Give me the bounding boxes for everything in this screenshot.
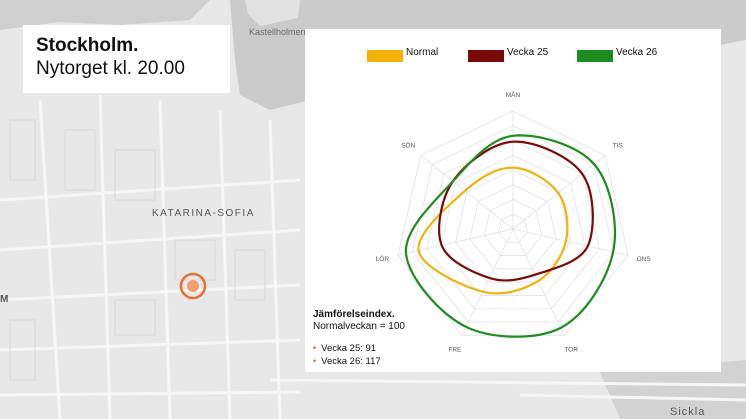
index-value-vecka-26: Vecka 26: 117 bbox=[321, 356, 381, 367]
location-marker-center bbox=[187, 280, 199, 292]
index-item-vecka-25: • Vecka 25: 91 bbox=[313, 342, 453, 355]
axis-label: SÖN bbox=[401, 141, 415, 149]
chart-panel: Normal Vecka 25 Vecka 26 MÅN TIS ONS TOR FRE… bbox=[305, 29, 721, 372]
bullet-icon: • bbox=[313, 356, 317, 366]
index-heading: Jämförelseindex. bbox=[313, 309, 395, 320]
grid-spoke bbox=[397, 228, 514, 256]
axis-label: TIS bbox=[613, 142, 624, 149]
axis-label: ONS bbox=[637, 256, 652, 263]
index-note: Jämförelseindex. Normalveckan = 100 • Ve… bbox=[313, 309, 453, 368]
grid-spoke bbox=[512, 228, 629, 256]
axis-label: TOR bbox=[564, 347, 578, 354]
axis-label: MÅN bbox=[506, 90, 521, 99]
location-subtitle: Nytorget kl. 20.00 bbox=[36, 58, 185, 79]
index-item-vecka-26: • Vecka 26: 117 bbox=[313, 355, 453, 368]
index-value-vecka-25: Vecka 25: 91 bbox=[321, 343, 377, 354]
city-title: Stockholm. bbox=[36, 35, 139, 56]
grid-spoke bbox=[512, 155, 606, 230]
axis-label: LÖR bbox=[376, 255, 390, 263]
series-line-vecka-26 bbox=[404, 134, 616, 338]
map-label-sickla: Sickla bbox=[670, 406, 706, 418]
map-label-kastellholmen: Kastellholmen bbox=[249, 27, 306, 37]
index-subheading: Normalveckan = 100 bbox=[313, 321, 405, 332]
map-label-edge: M bbox=[0, 294, 9, 305]
bullet-icon: • bbox=[313, 343, 317, 353]
map-label-district: KATARINA-SOFIA bbox=[152, 208, 255, 219]
title-card: Stockholm. Nytorget kl. 20.00 bbox=[23, 25, 230, 93]
